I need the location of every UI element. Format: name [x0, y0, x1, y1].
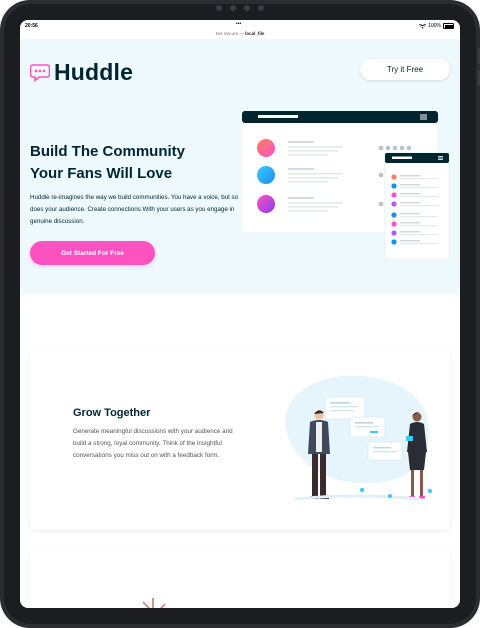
hero-title-line-1: Build The Community: [30, 143, 185, 160]
status-bar: 20:56 ••• 100%: [20, 20, 460, 31]
hero-title-line-2: Your Fans Will Love: [30, 165, 173, 182]
chat-bubble-logo-icon: [30, 63, 50, 82]
battery-icon: [443, 23, 454, 29]
try-it-free-button[interactable]: Try it Free: [360, 59, 450, 80]
wifi-icon: [419, 23, 427, 29]
get-started-button[interactable]: Get Started For Free: [30, 241, 155, 265]
status-time: 20:56: [25, 23, 38, 29]
app-mockup-illustration: [242, 111, 450, 260]
screen: 20:56 ••• 100% Not Secure — local_file H…: [20, 20, 460, 608]
feature-card-second: [30, 550, 450, 608]
battery-status: 100%: [419, 23, 454, 29]
feature-description: Generate meaningful discussions with you…: [73, 428, 233, 460]
brand-name: Huddle: [54, 59, 134, 85]
logo[interactable]: Huddle: [30, 59, 133, 86]
camera-sensors: [0, 5, 480, 11]
grow-together-illustration: [285, 375, 432, 501]
tree-illustration: [142, 598, 166, 608]
battery-percent: 100%: [428, 23, 441, 29]
hero-description: Huddle re-imagines the way we build comm…: [30, 194, 239, 226]
hero-title: Build The Community Your Fans Will Love: [30, 141, 240, 185]
multitask-dots[interactable]: •••: [236, 21, 241, 27]
url-host: local_file: [245, 31, 265, 36]
feature-title: Grow Together: [73, 407, 151, 419]
feature-card-grow-together: Grow Together Generate meaningful discus…: [30, 350, 450, 530]
tablet-frame: 20:56 ••• 100% Not Secure — local_file H…: [0, 0, 480, 628]
hero-section: Huddle Try it Free Build The Community Y…: [20, 39, 460, 294]
security-label: Not Secure —: [215, 31, 246, 36]
